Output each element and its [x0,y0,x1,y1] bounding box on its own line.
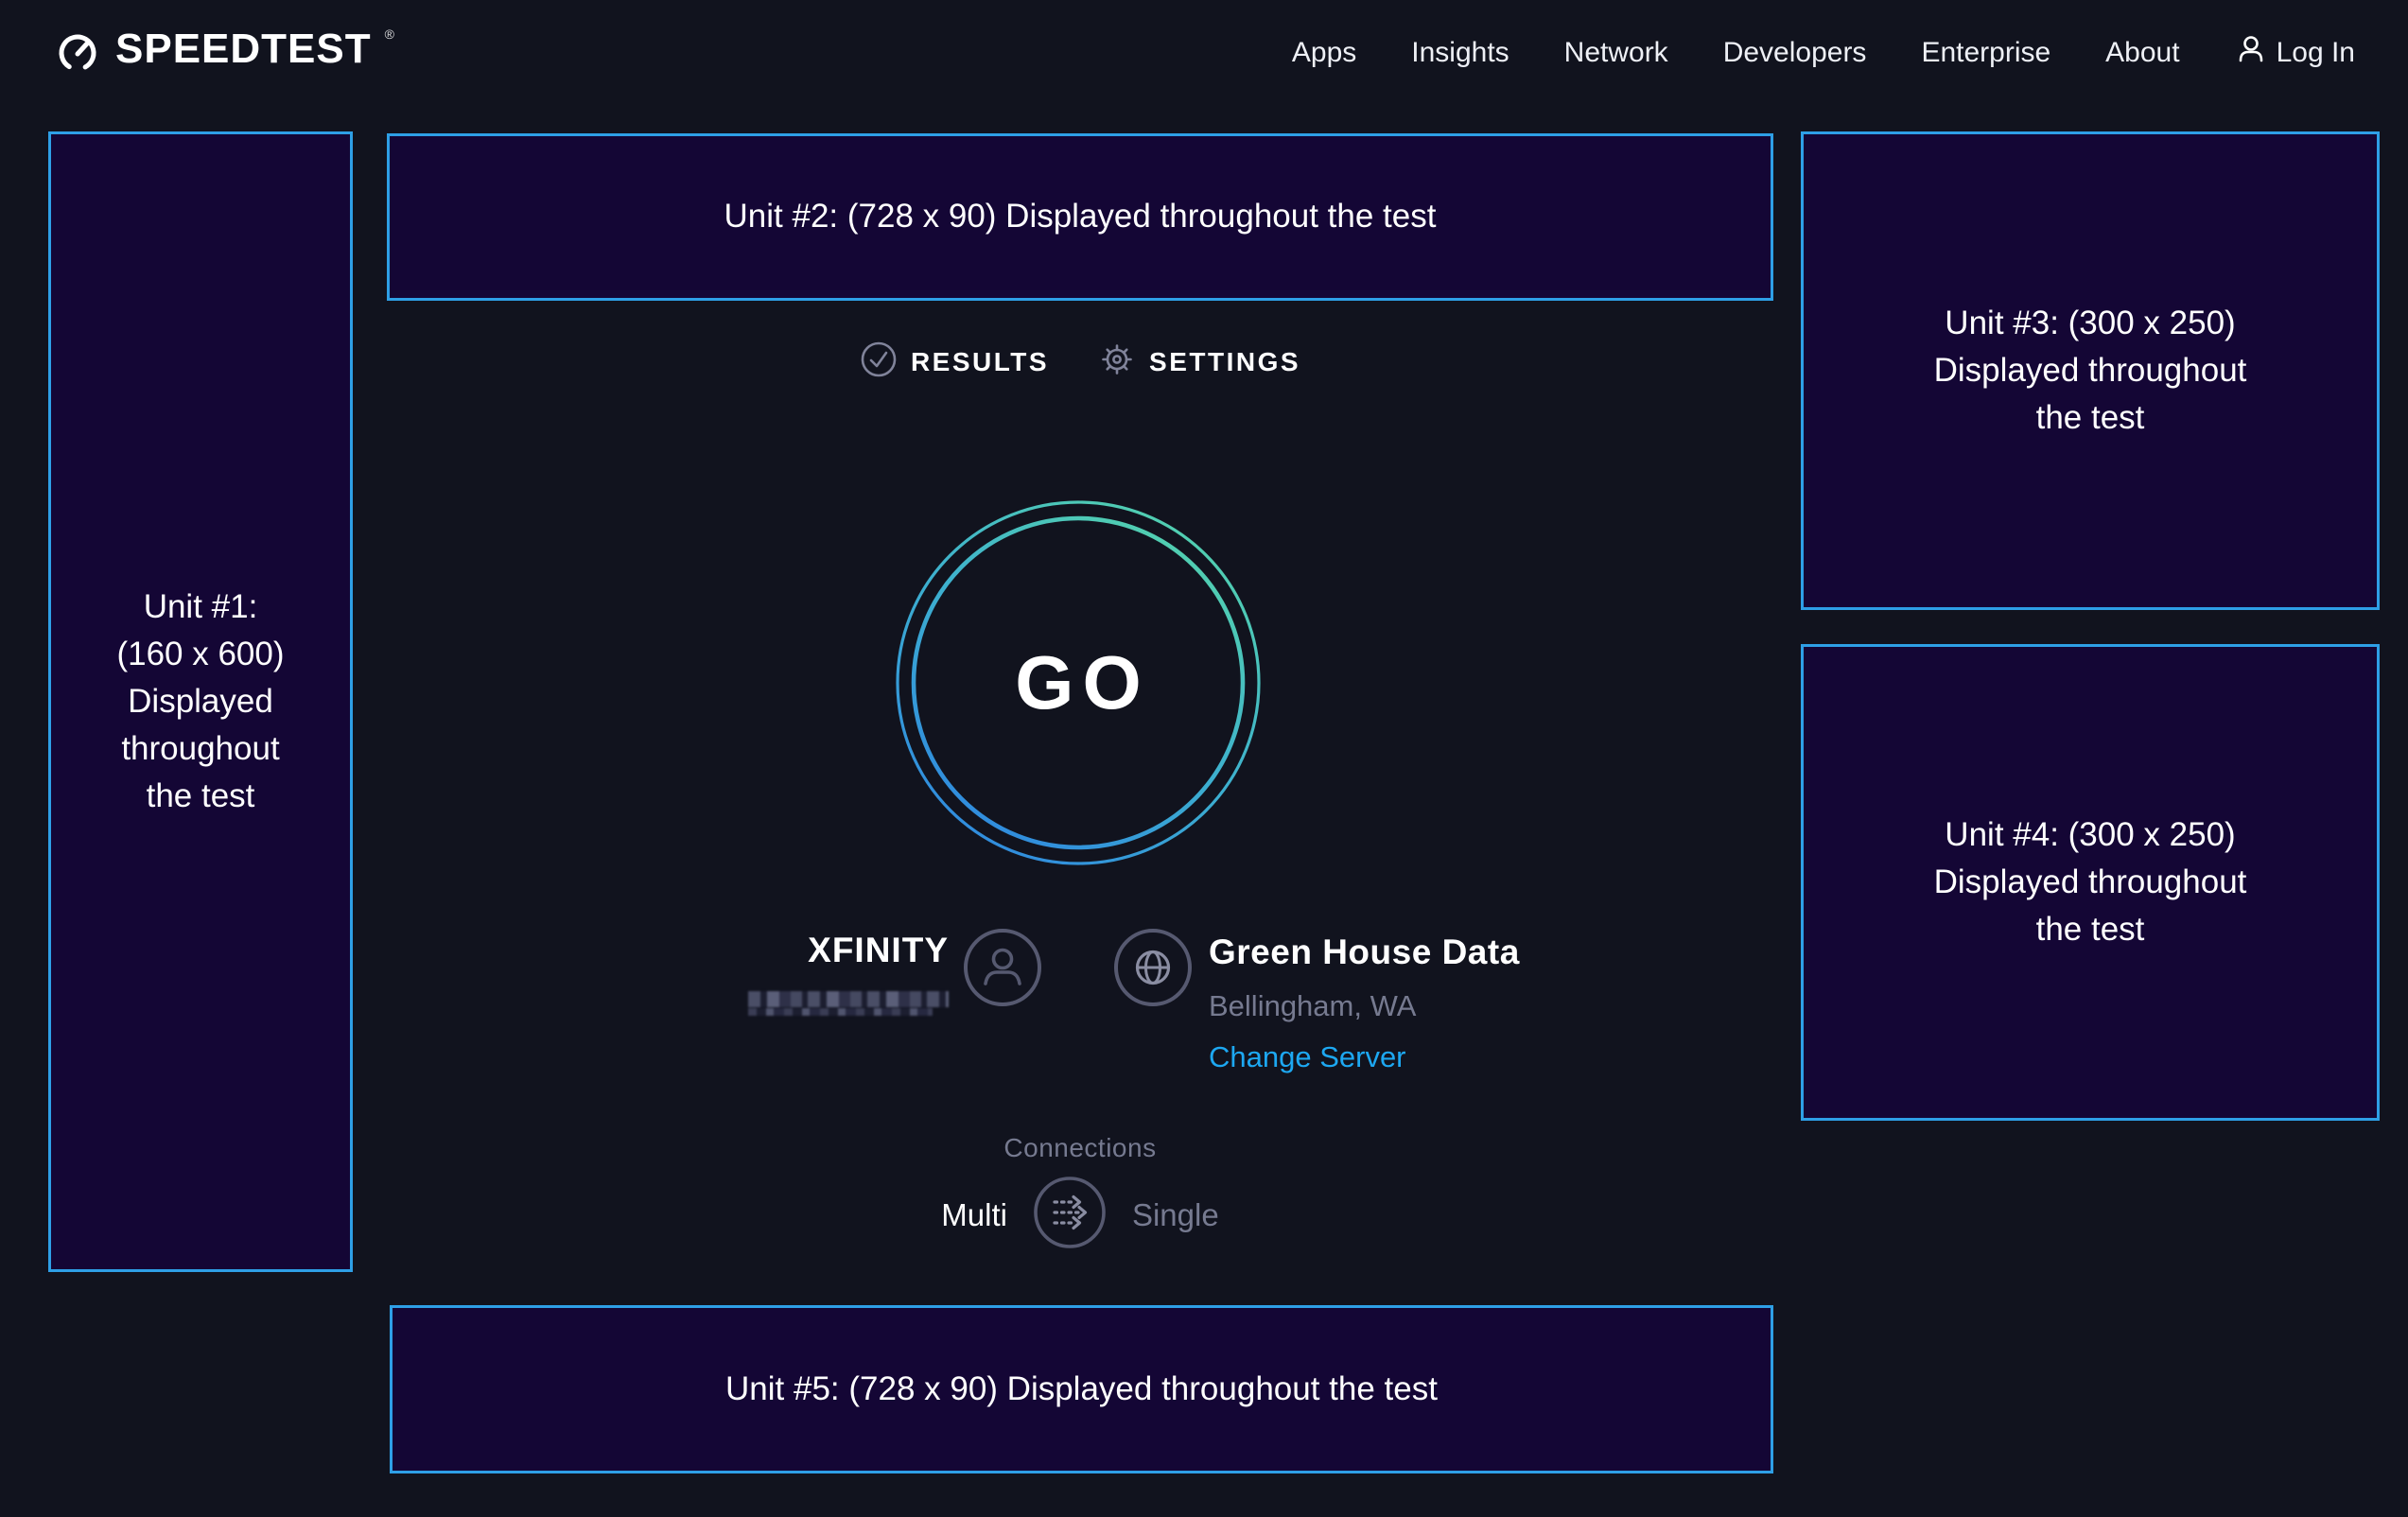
login-button[interactable]: Log In [2235,32,2355,74]
nav-apps[interactable]: Apps [1292,37,1356,69]
nav-enterprise[interactable]: Enterprise [1921,37,2050,69]
isp-person-icon [963,928,1042,1007]
tab-results[interactable]: RESULTS [860,340,1049,383]
server-globe-icon [1113,928,1193,1007]
nav-about[interactable]: About [2105,37,2179,69]
tab-settings[interactable]: SETTINGS [1098,340,1300,383]
nav-developers[interactable]: Developers [1723,37,1867,69]
ad-unit-4-text: Unit #4: (300 x 250) Displayed throughou… [1934,811,2247,953]
server-location: Bellingham, WA [1209,989,1416,1023]
view-tabs: RESULTS [387,340,1773,383]
speedometer-icon [53,25,102,82]
connections-single-option[interactable]: Single [1132,1197,1219,1233]
ad-unit-3-text: Unit #3: (300 x 250) Displayed throughou… [1934,300,2247,442]
ad-unit-3-rectangle[interactable]: Unit #3: (300 x 250) Displayed throughou… [1801,131,2380,610]
ad-unit-1-skyscraper[interactable]: Unit #1: (160 x 600) Displayed throughou… [48,131,353,1272]
multi-connection-arrows-icon[interactable] [1032,1175,1108,1255]
speedtest-page: SPEEDTEST ® Apps Insights Network Develo… [0,0,2408,1517]
tab-settings-label: SETTINGS [1149,347,1300,377]
go-button-label: GO [895,499,1262,866]
ad-unit-4-rectangle[interactable]: Unit #4: (300 x 250) Displayed throughou… [1801,644,2380,1121]
brand-trademark: ® [385,26,394,42]
gear-icon [1098,340,1136,383]
isp-name: XFINITY [665,931,949,970]
nav-network[interactable]: Network [1564,37,1668,69]
nav-insights[interactable]: Insights [1411,37,1509,69]
ad-unit-5-leaderboard[interactable]: Unit #5: (728 x 90) Displayed throughout… [390,1305,1773,1473]
user-icon [2235,32,2267,74]
ad-unit-2-leaderboard[interactable]: Unit #2: (728 x 90) Displayed throughout… [387,133,1773,301]
check-circle-icon [860,340,898,383]
connections-toggle: Multi Single [387,1175,1773,1255]
brand-name: SPEEDTEST [115,25,372,74]
connections-multi-option[interactable]: Multi [941,1197,1007,1233]
ad-unit-2-text: Unit #2: (728 x 90) Displayed throughout… [724,193,1437,240]
header: SPEEDTEST ® Apps Insights Network Develo… [0,0,2408,106]
ad-unit-5-text: Unit #5: (728 x 90) Displayed throughout… [725,1366,1438,1413]
main-nav: Apps Insights Network Developers Enterpr… [1292,32,2355,74]
go-button[interactable]: GO [895,499,1262,866]
redacted-ip-blocks [748,991,949,1016]
change-server-link[interactable]: Change Server [1209,1040,1406,1074]
tab-results-label: RESULTS [911,347,1049,377]
brand-logo[interactable]: SPEEDTEST ® [53,25,394,82]
login-label: Log In [2277,37,2355,69]
server-name: Green House Data [1209,933,1520,972]
ad-unit-1-text: Unit #1: (160 x 600) Displayed throughou… [116,584,284,820]
connections-label: Connections [387,1133,1773,1163]
